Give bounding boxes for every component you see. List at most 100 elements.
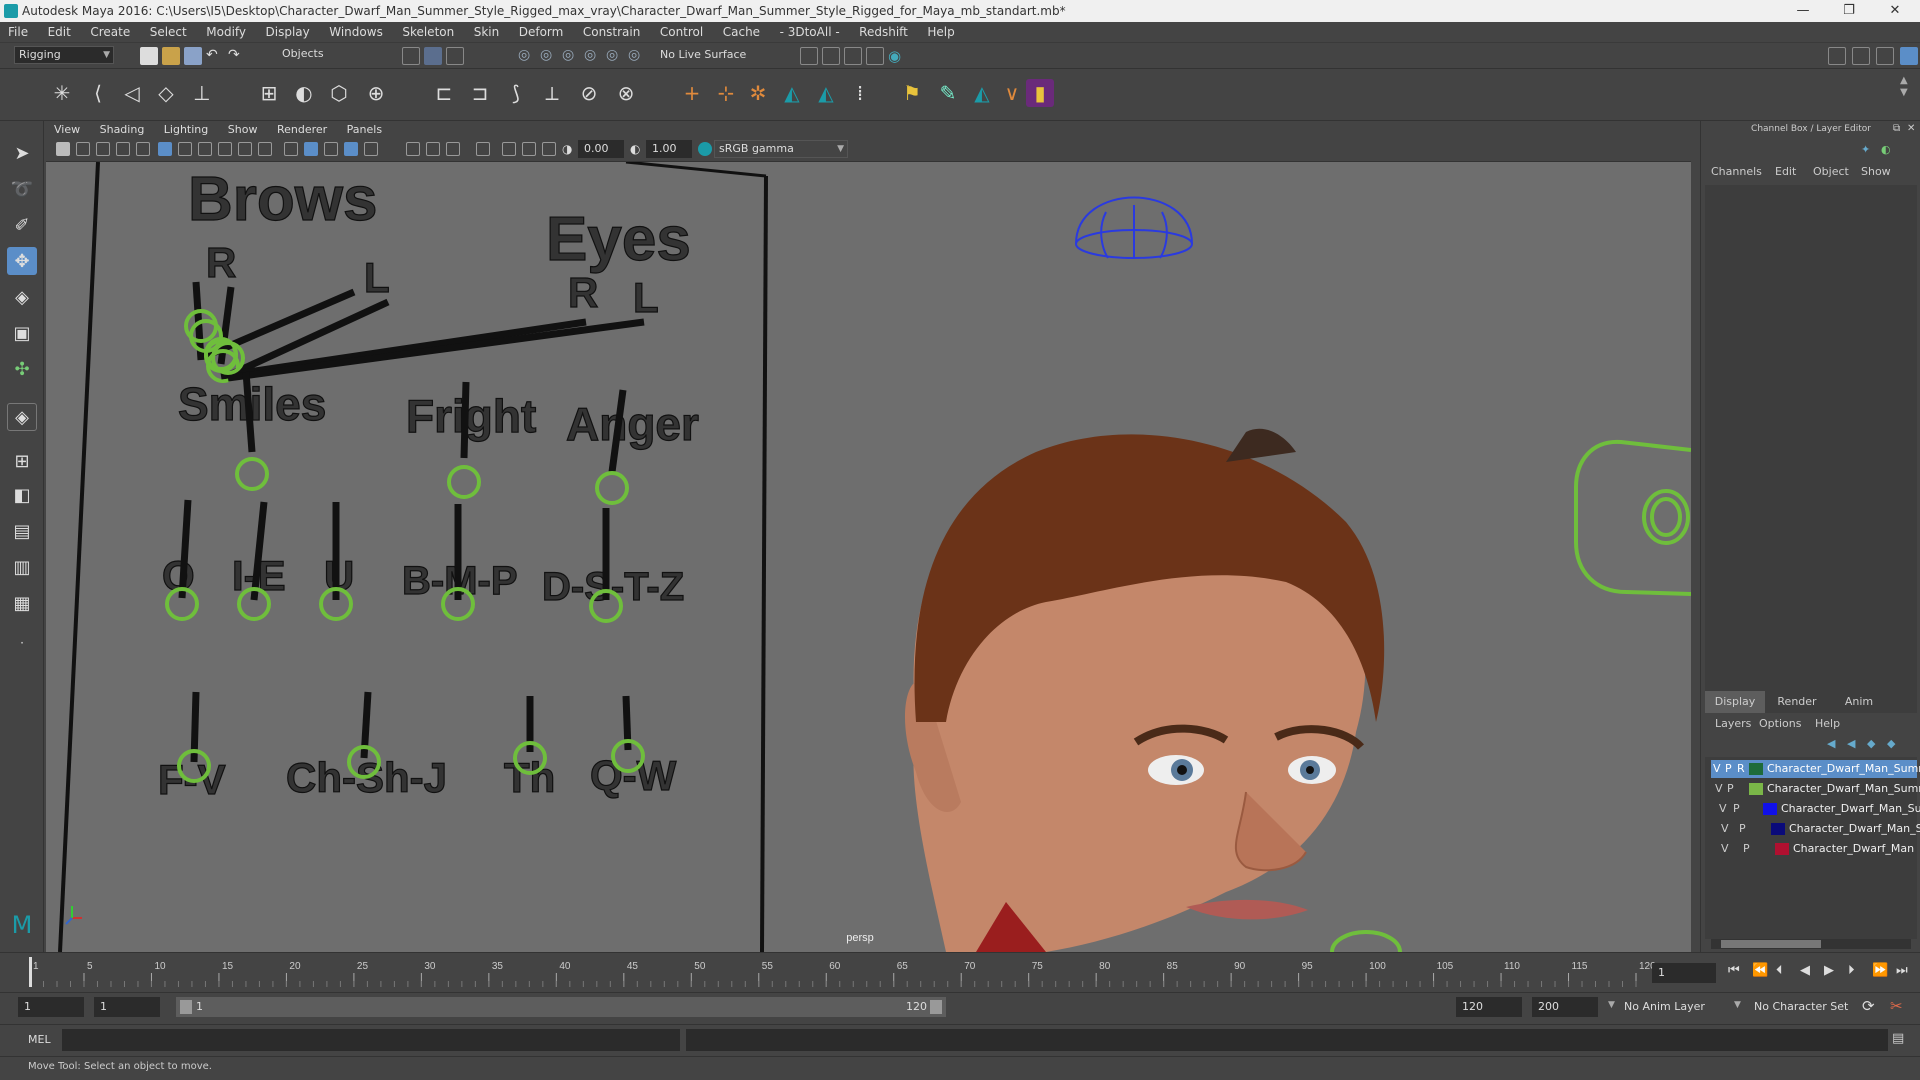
graph-layout-icon[interactable]: ▥ [7, 553, 37, 581]
menu-control[interactable]: Control [652, 22, 711, 43]
use-lights-icon[interactable] [364, 142, 378, 156]
layer-row[interactable]: V P Character_Dwarf_Man_Summ [1711, 780, 1920, 798]
scale-constraint-icon[interactable]: ◭ [778, 79, 806, 107]
playback-end-field[interactable]: 120 [1456, 997, 1522, 1017]
viewport-persp[interactable]: Brows R L Eyes R L Smiles Fright Anger O… [46, 162, 1691, 952]
resolution-gate-icon[interactable] [198, 142, 212, 156]
chevron-down-icon[interactable]: ▼ [1734, 1000, 1741, 1010]
point-constraint-icon[interactable]: + [678, 79, 706, 107]
playback-start-field[interactable]: 1 [94, 997, 160, 1017]
layer-menu-help[interactable]: Help [1815, 717, 1840, 730]
attribute-editor-icon[interactable] [1852, 47, 1870, 65]
range-handle-end[interactable] [930, 1000, 942, 1014]
menu-edit[interactable]: Edit [40, 22, 79, 43]
chevron-down-icon[interactable]: ▼ [1608, 1000, 1615, 1010]
tool-settings-icon[interactable] [1876, 47, 1894, 65]
layer-color-swatch[interactable] [1771, 823, 1785, 835]
render-current-icon[interactable] [822, 47, 840, 65]
layer-playback-toggle[interactable]: P [1725, 762, 1732, 775]
undo-icon[interactable]: ↶ [206, 47, 224, 65]
cluster-icon[interactable]: ⊕ [362, 79, 390, 107]
menu-file[interactable]: File [0, 22, 36, 43]
slider-handle[interactable] [447, 465, 481, 499]
animation-end-field[interactable]: 200 [1532, 997, 1598, 1017]
move-layer-up-icon[interactable]: ◀ [1827, 737, 1835, 750]
ipr-render-icon[interactable] [844, 47, 862, 65]
hypershade-layout-icon[interactable]: ▦ [7, 589, 37, 617]
layer-playback-toggle[interactable]: P [1739, 822, 1746, 835]
lattice-icon[interactable]: ⬡ [325, 79, 353, 107]
layer-visibility-toggle[interactable]: V [1713, 762, 1721, 775]
anim-layer-dropdown[interactable]: No Anim Layer [1624, 997, 1744, 1017]
wireframe-on-shaded-icon[interactable] [324, 142, 338, 156]
float-panel-icon[interactable]: ⧉ [1893, 123, 1900, 134]
tab-display[interactable]: Display [1705, 691, 1765, 713]
menu-deform[interactable]: Deform [511, 22, 572, 43]
mirror-joint-icon[interactable]: ◁ [118, 79, 146, 107]
menu-modify[interactable]: Modify [198, 22, 254, 43]
layer-visibility-toggle[interactable]: V [1719, 802, 1727, 815]
aim-constraint-icon[interactable]: ⊹ [712, 79, 740, 107]
isolate-select-icon[interactable] [476, 142, 490, 156]
go-to-end-icon[interactable]: ⏭ [1896, 963, 1908, 978]
new-layer-icon[interactable]: ◆ [1867, 737, 1875, 750]
stats-icon[interactable]: ▮ [1026, 79, 1054, 107]
menu-select[interactable]: Select [142, 22, 195, 43]
two-view-layout-icon[interactable]: ◧ [7, 481, 37, 509]
ambient-occlusion-icon[interactable] [426, 142, 440, 156]
parent-constraint-icon[interactable]: ◭ [812, 79, 840, 107]
gamma-field[interactable]: 1.00 [646, 140, 692, 158]
menu-redshift[interactable]: Redshift [851, 22, 916, 43]
select-object-icon[interactable] [424, 47, 442, 65]
channel-box-icon[interactable]: ✦ [1861, 143, 1870, 156]
menu-help[interactable]: Help [919, 22, 962, 43]
render-view-icon[interactable] [800, 47, 818, 65]
prune-weights-icon[interactable]: ⊗ [612, 79, 640, 107]
neck-control[interactable] [1330, 930, 1402, 952]
wrap-deformer-icon[interactable]: ✎ [934, 79, 962, 107]
mel-label[interactable]: MEL [28, 1033, 51, 1046]
go-to-start-icon[interactable]: ⏮ [1728, 963, 1740, 978]
select-component-icon[interactable] [446, 47, 464, 65]
snap-curve-icon[interactable]: ◎ [540, 47, 558, 65]
current-frame-field[interactable]: 1 [1652, 963, 1716, 983]
layer-scrollbar-thumb[interactable] [1721, 940, 1821, 948]
bind-skin-icon[interactable]: ⊏ [430, 79, 458, 107]
bookmark-icon[interactable] [96, 142, 110, 156]
shadows-icon[interactable] [406, 142, 420, 156]
layer-name[interactable]: Character_Dwarf_Man_Summ [1767, 782, 1920, 795]
save-scene-icon[interactable] [184, 47, 202, 65]
slider-handle[interactable] [235, 457, 269, 491]
panel-menu-renderer[interactable]: Renderer [269, 121, 335, 139]
panel-menu-lighting[interactable]: Lighting [156, 121, 216, 139]
joint-tool-icon[interactable]: ✳ [48, 79, 76, 107]
panel-menu-shading[interactable]: Shading [92, 121, 153, 139]
field-chart-icon[interactable] [238, 142, 252, 156]
layer-menu-options[interactable]: Options [1759, 717, 1801, 730]
step-back-key-icon[interactable]: ⏴ [1776, 963, 1783, 978]
layer-menu-layers[interactable]: Layers [1715, 717, 1751, 730]
play-backwards-icon[interactable]: ◀ [1800, 963, 1810, 978]
tab-anim[interactable]: Anim [1829, 691, 1889, 713]
animation-preferences-icon[interactable]: ✂ [1890, 997, 1903, 1015]
orient-joint-icon[interactable]: ◇ [152, 79, 180, 107]
detach-skin-icon[interactable]: ⊐ [466, 79, 494, 107]
snap-grid-icon[interactable]: ◎ [518, 47, 536, 65]
step-forward-key-icon[interactable]: ⏵ [1848, 963, 1855, 978]
menu-display[interactable]: Display [258, 22, 318, 43]
panel-menu-show[interactable]: Show [220, 121, 266, 139]
selection-mode-dropdown[interactable]: Objects [278, 46, 378, 64]
layer-name[interactable]: Character_Dwarf_Man_Summ [1767, 762, 1920, 775]
layer-name[interactable]: Character_Dwarf_Man_Su [1781, 802, 1920, 815]
layer-color-swatch[interactable] [1775, 843, 1789, 855]
eyes-target-control[interactable] [1574, 439, 1691, 596]
close-panel-icon[interactable]: ✕ [1907, 123, 1915, 134]
snap-vertex-icon[interactable]: ◎ [628, 47, 646, 65]
cb-menu-channels[interactable]: Channels [1711, 165, 1762, 178]
layer-row[interactable]: V P Character_Dwarf_Man_S [1711, 820, 1920, 838]
menu-cache[interactable]: Cache [715, 22, 768, 43]
outliner-layout-icon[interactable]: ▤ [7, 517, 37, 545]
single-view-layout-icon[interactable]: ◈ [7, 403, 37, 431]
range-slider[interactable]: 1 120 [176, 997, 946, 1017]
two-d-pan-icon[interactable] [136, 142, 150, 156]
